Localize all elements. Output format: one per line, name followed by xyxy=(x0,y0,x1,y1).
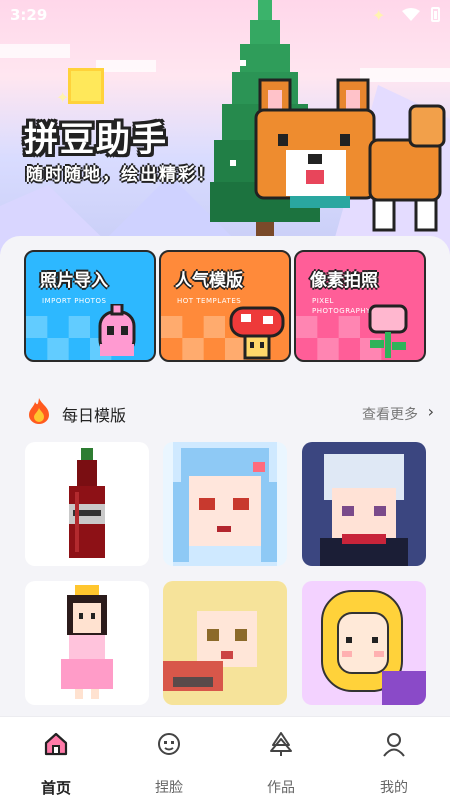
tab-label: 首页 xyxy=(40,779,71,797)
tab-label: 作品 xyxy=(267,780,295,796)
template-tile-cola[interactable] xyxy=(25,442,149,566)
tab-mine[interactable]: 我的 xyxy=(349,731,439,796)
view-more-link[interactable]: 查看更多 xyxy=(362,404,418,424)
template-tile-blonde-girl[interactable] xyxy=(163,581,287,705)
blonde-girl-pixel-art xyxy=(163,581,287,705)
tab-label: 我的 xyxy=(380,780,408,796)
app-slogan: 随时随地，绘出精彩！ xyxy=(26,165,216,185)
feature-title: 照片导入 xyxy=(40,271,108,291)
feature-hot-templates[interactable]: 人气模版 HOT TEMPLATES xyxy=(159,250,291,362)
feature-title: 人气模版 xyxy=(175,271,243,291)
tree-icon xyxy=(270,732,292,756)
wifi-icon xyxy=(402,8,420,21)
template-tile-yellow-hair-lady[interactable] xyxy=(302,581,426,705)
pixel-mushroom-icon xyxy=(229,306,285,360)
section-title: 每日模版 xyxy=(62,406,127,425)
pixel-corgi-illustration xyxy=(254,78,446,232)
sparkle-icon: ✦ xyxy=(56,88,70,107)
content-panel: 照片导入 IMPORT PHOTOS 人气模版 HOT TEMPLATES 像素 xyxy=(0,236,450,736)
status-time: 3:29 xyxy=(10,6,48,24)
template-tile-princess[interactable] xyxy=(25,581,149,705)
hero-banner: ✦ ✦ 3:29 拼豆助手 随时随地，绘出精彩！ xyxy=(0,0,450,255)
tab-home[interactable]: 首页 xyxy=(11,731,101,797)
app-title: 拼豆助手 xyxy=(24,120,168,160)
tab-label: 捏脸 xyxy=(155,780,183,796)
feature-title: 像素拍照 xyxy=(310,271,378,291)
yellow-hair-lady-pixel-art xyxy=(321,590,426,705)
tab-works[interactable]: 作品 xyxy=(236,731,326,796)
anime-girl-pixel-art xyxy=(173,442,277,566)
template-tile-blue-hair-girl[interactable] xyxy=(163,442,287,566)
face-icon xyxy=(158,733,180,755)
cola-bottle-pixel-art xyxy=(69,448,105,558)
anime-boy-pixel-art xyxy=(320,454,408,566)
status-bar: 3:29 xyxy=(0,0,450,30)
pixel-ghost-icon xyxy=(98,304,136,356)
princess-pixel-art xyxy=(61,585,113,699)
feature-import-photos[interactable]: 照片导入 IMPORT PHOTOS xyxy=(24,250,156,362)
flame-icon xyxy=(29,398,49,424)
chevron-right-icon[interactable]: › xyxy=(428,402,434,421)
pixel-tulip-icon xyxy=(368,304,408,358)
template-tile-silver-hair-boy[interactable] xyxy=(302,442,426,566)
tab-face[interactable]: 捏脸 xyxy=(124,731,214,796)
home-icon xyxy=(44,732,68,756)
feature-pixel-photography[interactable]: 像素拍照 PIXEL PHOTOGRAPHY xyxy=(294,250,426,362)
user-icon xyxy=(383,733,405,757)
daily-templates-header: 每日模版 查看更多 › xyxy=(0,396,450,426)
pixel-sun-decoration xyxy=(68,68,104,104)
bottom-nav: 首页 捏脸 作品 我的 xyxy=(0,716,450,800)
battery-icon xyxy=(431,7,440,22)
